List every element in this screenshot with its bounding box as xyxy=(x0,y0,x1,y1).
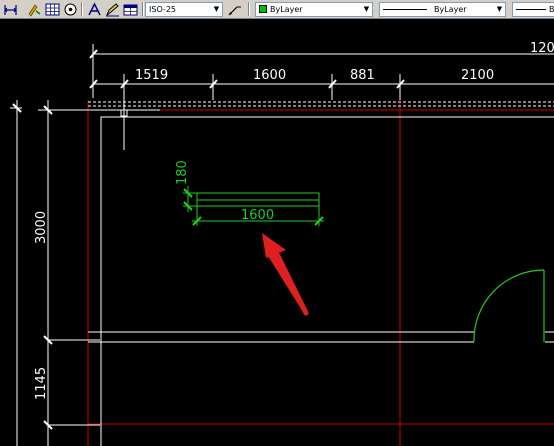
chevron-down-icon: ▼ xyxy=(363,5,370,13)
toolbar-separator xyxy=(81,2,83,16)
text-style-icon[interactable] xyxy=(86,1,103,18)
lineweight-control-dropdown[interactable]: By xyxy=(512,2,554,17)
table-style-icon[interactable] xyxy=(122,1,139,18)
red-reference-lines xyxy=(87,100,554,446)
chevron-down-icon: ▼ xyxy=(213,5,220,13)
layer-color-swatch xyxy=(259,5,267,13)
multileader-style-icon[interactable] xyxy=(226,1,243,18)
object-rectangle xyxy=(196,192,320,207)
drawing-canvas[interactable]: 120 1519 1600 881 2100 3000 1145 1600 18… xyxy=(0,19,554,446)
dimension-style-value: ISO-25 xyxy=(149,5,177,14)
dim-segment-3: 881 xyxy=(350,68,375,83)
dim-left-1: 3000 xyxy=(34,211,49,244)
dim-left-2: 1145 xyxy=(34,367,49,400)
color-value: ByLayer xyxy=(270,5,303,14)
properties-toolbar: ISO-25 ▼ ByLayer ▼ ByLayer ▼ By xyxy=(0,0,554,19)
crosshair-cursor xyxy=(120,100,128,150)
dim-segment-4: 2100 xyxy=(461,68,494,83)
chevron-down-icon: ▼ xyxy=(496,5,503,13)
lineweight-sample xyxy=(516,9,546,10)
lineweight-value: By xyxy=(549,5,554,14)
toolbar-separator xyxy=(248,2,250,16)
wall-lines xyxy=(88,101,554,446)
toolbar-separator xyxy=(142,2,144,16)
object-length-text: 1600 xyxy=(241,208,274,223)
pencil-edit-icon[interactable] xyxy=(104,1,121,18)
left-dimension-line xyxy=(10,100,160,446)
object-height-dimension xyxy=(183,186,197,212)
overall-dimension-text: 120 xyxy=(530,41,554,56)
linetype-sample xyxy=(383,9,427,10)
color-control-dropdown[interactable]: ByLayer ▼ xyxy=(255,2,373,17)
dimension-tool-icon[interactable] xyxy=(2,1,19,18)
table-grid-icon[interactable] xyxy=(44,1,61,18)
segment-dimension-line xyxy=(89,74,554,150)
annotation-arrow xyxy=(262,233,309,316)
object-height-text: 180 xyxy=(175,160,190,185)
dimension-style-dropdown[interactable]: ISO-25 ▼ xyxy=(145,2,223,17)
dim-segment-1: 1519 xyxy=(135,68,168,83)
target-circle-icon[interactable] xyxy=(62,1,79,18)
linetype-value: ByLayer xyxy=(434,5,467,14)
dim-segment-2: 1600 xyxy=(253,68,286,83)
edit-pick-icon[interactable] xyxy=(26,1,43,18)
linetype-control-dropdown[interactable]: ByLayer ▼ xyxy=(379,2,506,17)
door-swing xyxy=(473,269,545,343)
